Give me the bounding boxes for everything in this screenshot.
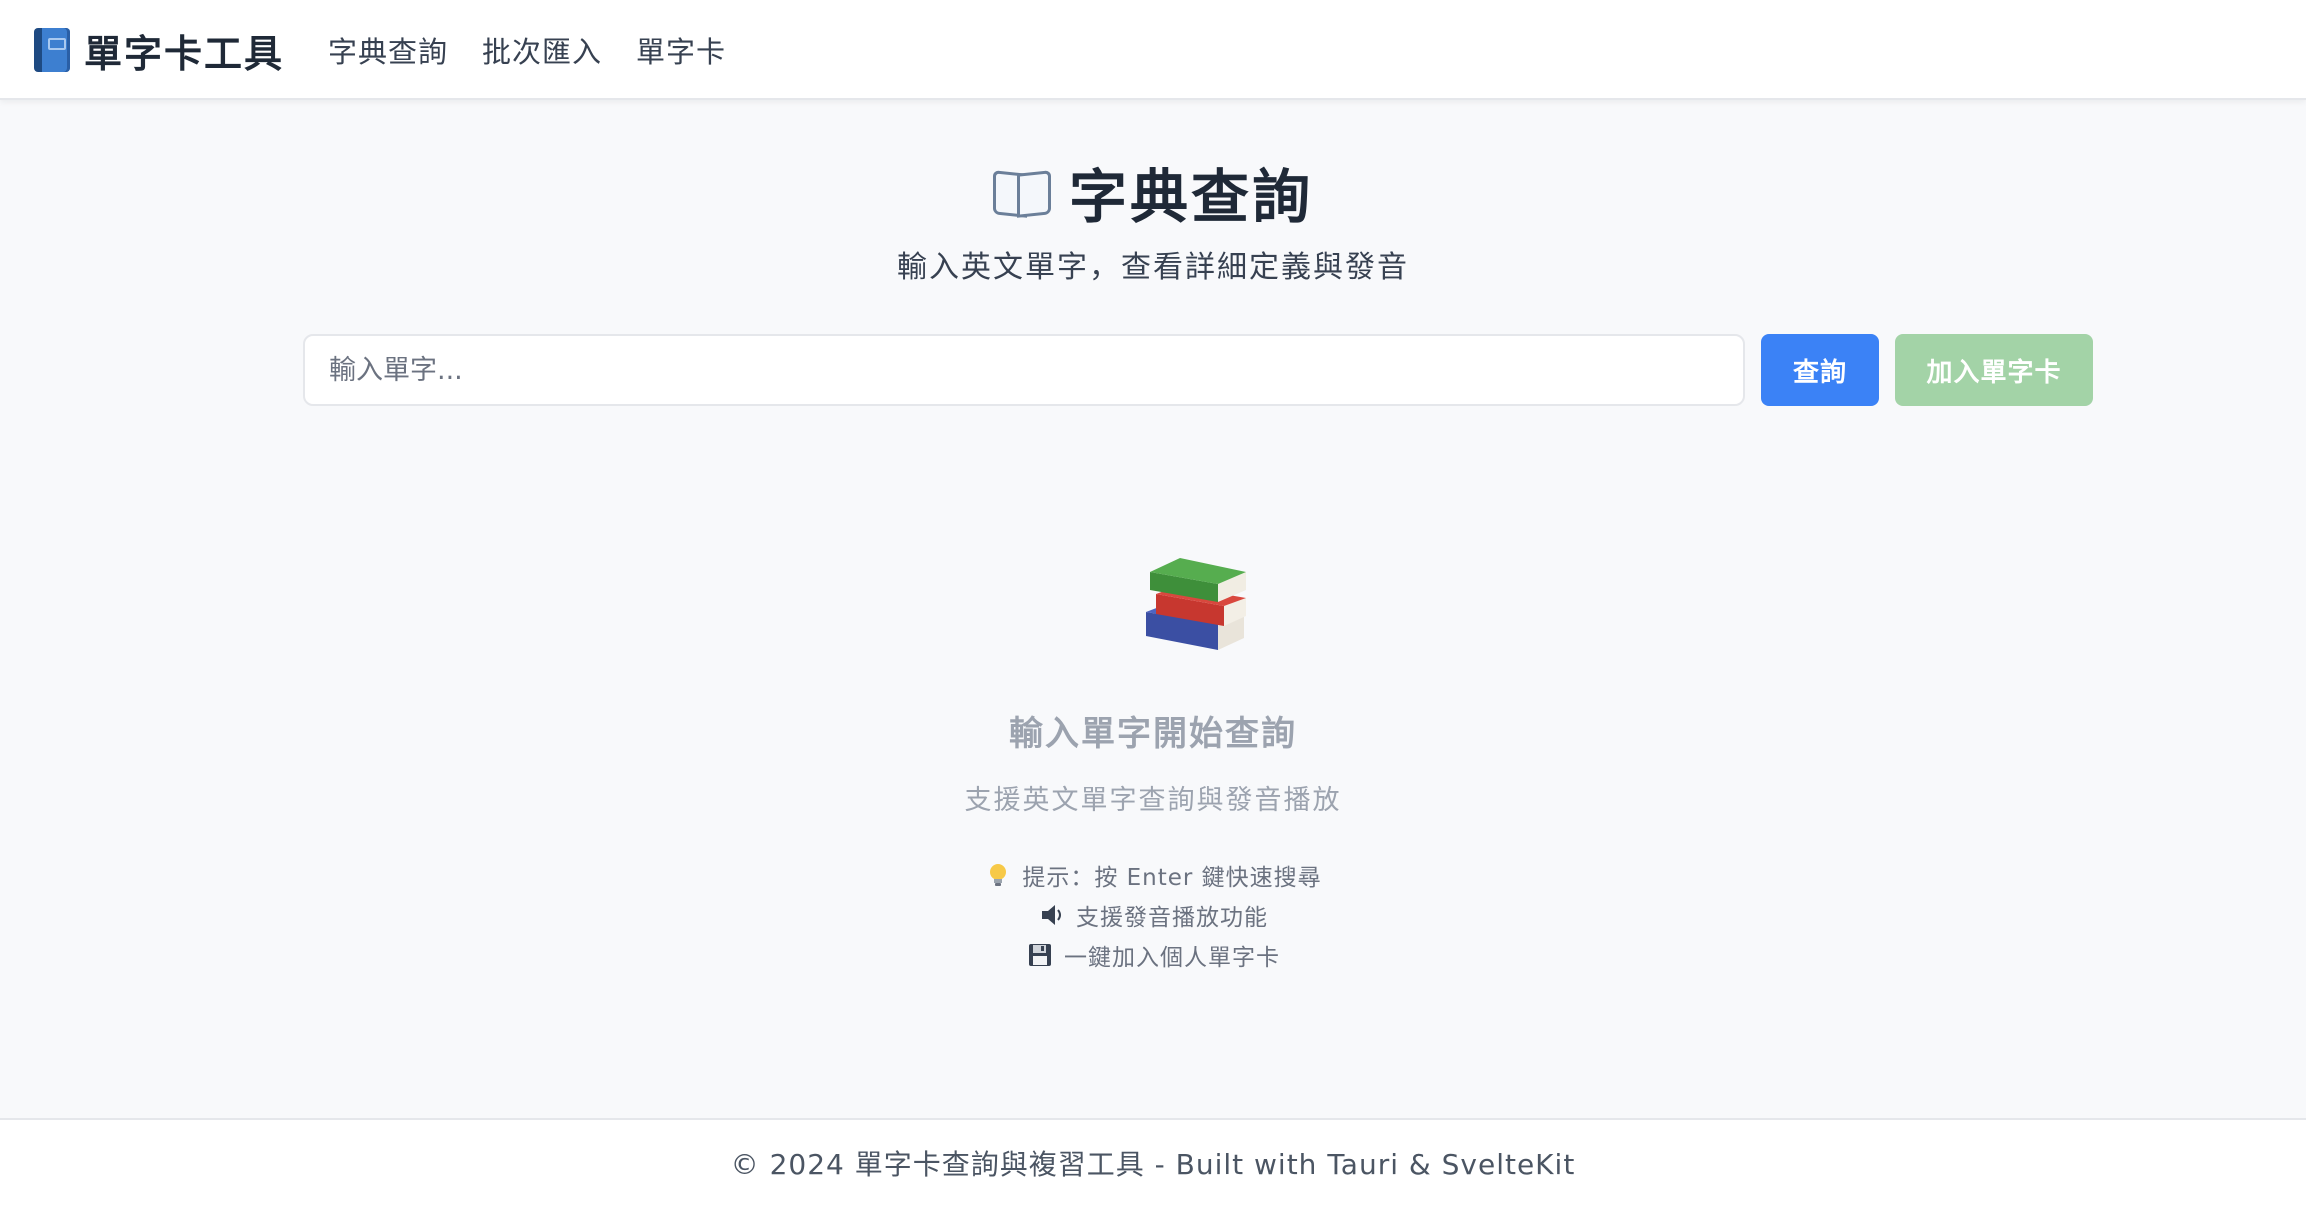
- tip-text: 支援發音播放功能: [1076, 905, 1268, 931]
- floppy-disk-icon: [1029, 944, 1051, 966]
- main-nav: 字典查詢 批次匯入 單字卡: [328, 0, 726, 100]
- books-icon: [1146, 558, 1246, 650]
- open-book-icon: [993, 170, 1051, 214]
- nav-item-dictionary[interactable]: 字典查詢: [328, 29, 448, 71]
- add-to-flashcards-button[interactable]: 加入單字卡: [1895, 334, 2093, 406]
- page-title-row: 字典查詢: [0, 150, 2306, 234]
- tip-text: 一鍵加入個人單字卡: [1064, 945, 1280, 971]
- top-navbar: 單字卡工具 字典查詢 批次匯入 單字卡: [0, 0, 2306, 100]
- search-bar: 查詢 加入單字卡: [303, 334, 2093, 406]
- footer-text: © 2024 單字卡查詢與複習工具 - Built with Tauri & S…: [730, 1148, 1576, 1181]
- app-root: 單字卡工具 字典查詢 批次匯入 單字卡 字典查詢 輸入英文單字，查看詳細定義與發…: [0, 0, 2306, 1206]
- brand-title: 單字卡工具: [84, 31, 285, 76]
- lightbulb-icon: [990, 864, 1007, 886]
- speaker-icon: [1042, 905, 1061, 925]
- empty-state-title: 輸入單字開始查詢: [1009, 714, 1297, 754]
- tip-item: 一鍵加入個人單字卡: [1026, 940, 1280, 971]
- tip-text: 提示：按 Enter 鍵快速搜尋: [1022, 865, 1322, 891]
- brand[interactable]: 單字卡工具: [34, 0, 284, 100]
- search-button[interactable]: 查詢: [1761, 334, 1879, 406]
- tips-list: 提示：按 Enter 鍵快速搜尋 支援發音播放功能 一鍵加入個人單字卡: [0, 860, 2306, 971]
- tip-item: 支援發音播放功能: [1038, 900, 1268, 931]
- nav-item-batch-import[interactable]: 批次匯入: [482, 29, 602, 71]
- empty-state-subtitle: 支援英文單字查詢與發音播放: [964, 785, 1342, 816]
- tip-item: 提示：按 Enter 鍵快速搜尋: [984, 860, 1322, 891]
- blue-book-icon: [34, 28, 70, 72]
- page-title: 字典查詢: [1068, 163, 1313, 231]
- page-subtitle: 輸入英文單字，查看詳細定義與發音: [897, 250, 1409, 285]
- word-search-input[interactable]: [303, 334, 1745, 406]
- footer: © 2024 單字卡查詢與複習工具 - Built with Tauri & S…: [0, 1118, 2306, 1206]
- nav-item-flashcards[interactable]: 單字卡: [636, 29, 726, 71]
